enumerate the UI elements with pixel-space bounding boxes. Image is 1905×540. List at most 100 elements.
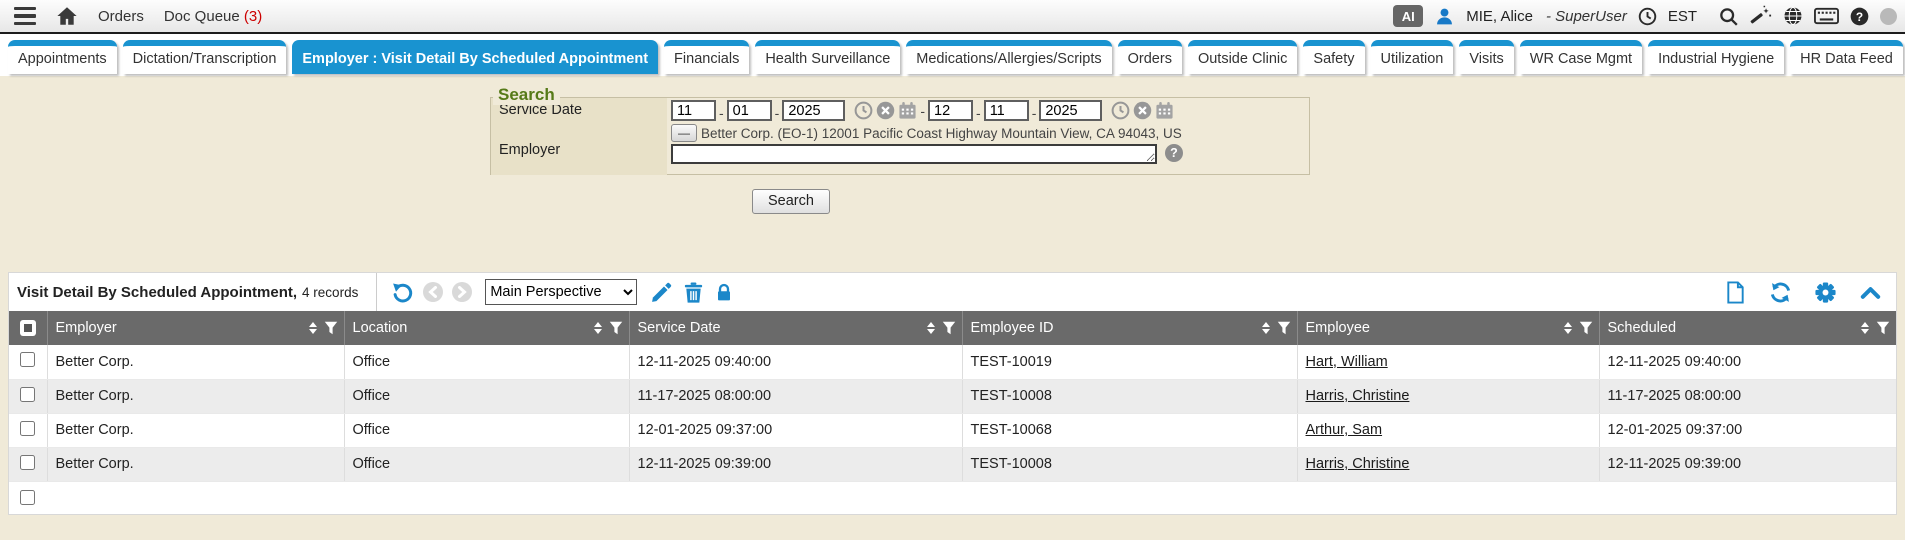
perspective-select[interactable]: Main Perspective xyxy=(485,279,637,305)
doc-queue-count-badge: (3) xyxy=(244,8,262,25)
employee-link[interactable]: Harris, Christine xyxy=(1306,456,1410,472)
column-header-employee: Employee xyxy=(1297,311,1599,345)
reset-icon[interactable] xyxy=(391,281,414,304)
employer-label: Employer xyxy=(491,123,667,175)
column-header-location: Location xyxy=(344,311,629,345)
date-from-time-icon[interactable] xyxy=(854,101,873,120)
hamburger-menu-icon[interactable] xyxy=(14,7,36,26)
collapse-panel-icon[interactable] xyxy=(1859,281,1882,304)
column-header-employee-id: Employee ID xyxy=(962,311,1297,345)
employer-selected-value: Better Corp. (EO-1) 12001 Pacific Coast … xyxy=(701,126,1182,141)
column-header-employer: Employer xyxy=(47,311,344,345)
date-to-year-input[interactable] xyxy=(1039,100,1102,121)
refresh-icon[interactable] xyxy=(1769,281,1792,304)
module-tab-bar: Appointments Dictation/Transcription Emp… xyxy=(0,34,1905,76)
date-from-year-input[interactable] xyxy=(782,100,845,121)
date-from-clear-icon[interactable] xyxy=(876,101,895,120)
timezone-label: EST xyxy=(1668,8,1697,25)
sort-icon[interactable] xyxy=(927,322,935,334)
sort-icon[interactable] xyxy=(309,322,317,334)
globe-icon[interactable] xyxy=(1783,6,1803,26)
search-legend: Search xyxy=(493,85,560,105)
user-name: MIE, Alice xyxy=(1466,8,1533,25)
status-dot-icon xyxy=(1880,8,1897,25)
settings-gear-icon[interactable] xyxy=(1814,281,1837,304)
date-to-day-input[interactable] xyxy=(984,100,1029,121)
user-icon[interactable] xyxy=(1434,6,1455,27)
employee-link[interactable]: Arthur, Sam xyxy=(1306,422,1383,438)
table-row: Better Corp. Office 12-01-2025 09:37:00 … xyxy=(9,413,1896,447)
sort-icon[interactable] xyxy=(1262,322,1270,334)
ai-badge[interactable]: AI xyxy=(1393,5,1423,27)
select-all-checkbox[interactable] xyxy=(20,320,36,336)
topbar-orders-link[interactable]: Orders xyxy=(98,8,144,25)
tab-hr-data-feed[interactable]: HR Data Feed xyxy=(1790,40,1903,74)
row-checkbox[interactable] xyxy=(20,455,35,470)
date-from-day-input[interactable] xyxy=(727,100,772,121)
table-row: Better Corp. Office 12-11-2025 09:40:00 … xyxy=(9,345,1896,379)
tab-health-surveillance[interactable]: Health Surveillance xyxy=(755,40,900,74)
topbar-doc-queue-link[interactable]: Doc Queue (3) xyxy=(164,8,262,25)
tab-safety[interactable]: Safety xyxy=(1303,40,1364,74)
edit-perspective-icon[interactable] xyxy=(650,281,673,304)
filter-icon[interactable] xyxy=(1876,321,1890,335)
filter-icon[interactable] xyxy=(609,321,623,335)
tab-financials[interactable]: Financials xyxy=(664,40,749,74)
date-from-calendar-icon[interactable] xyxy=(898,101,917,120)
row-checkbox[interactable] xyxy=(20,387,35,402)
home-icon[interactable] xyxy=(56,5,78,27)
employer-help-icon[interactable]: ? xyxy=(1165,144,1183,162)
tab-wr-case-mgmt[interactable]: WR Case Mgmt xyxy=(1520,40,1642,74)
employer-search-input[interactable] xyxy=(671,144,1157,164)
row-checkbox[interactable] xyxy=(20,421,35,436)
grid-title: Visit Detail By Scheduled Appointment, xyxy=(17,284,297,301)
prev-page-icon[interactable] xyxy=(423,282,443,302)
tab-dictation-transcription[interactable]: Dictation/Transcription xyxy=(123,40,287,74)
grid-toolbar: Visit Detail By Scheduled Appointment, 4… xyxy=(9,273,1896,311)
table-row: Better Corp. Office 12-11-2025 09:39:00 … xyxy=(9,447,1896,481)
new-document-icon[interactable] xyxy=(1724,281,1747,304)
footer-select-checkbox[interactable] xyxy=(20,490,35,505)
table-row: Better Corp. Office 11-17-2025 08:00:00 … xyxy=(9,379,1896,413)
sort-icon[interactable] xyxy=(1861,322,1869,334)
tab-employer-visit-detail[interactable]: Employer : Visit Detail By Scheduled App… xyxy=(292,40,658,74)
search-button[interactable]: Search xyxy=(752,189,830,214)
svg-text:?: ? xyxy=(1856,9,1863,23)
top-chrome-bar: Orders Doc Queue (3) AI MIE, Alice - Sup… xyxy=(0,0,1905,34)
grid-record-count: 4 records xyxy=(302,285,358,300)
keyboard-icon[interactable] xyxy=(1814,7,1839,25)
sort-icon[interactable] xyxy=(1564,322,1572,334)
help-icon[interactable]: ? xyxy=(1850,7,1869,26)
delete-perspective-icon[interactable] xyxy=(682,281,705,304)
visit-detail-table: Employer Location Service Date Employee … xyxy=(9,311,1896,482)
date-to-calendar-icon[interactable] xyxy=(1155,101,1174,120)
tab-utilization[interactable]: Utilization xyxy=(1371,40,1454,74)
filter-icon[interactable] xyxy=(1277,321,1291,335)
next-page-icon[interactable] xyxy=(452,282,472,302)
lock-perspective-icon[interactable] xyxy=(714,281,734,304)
filter-icon[interactable] xyxy=(942,321,956,335)
date-from-month-input[interactable] xyxy=(671,100,716,121)
date-to-time-icon[interactable] xyxy=(1111,101,1130,120)
employee-link[interactable]: Hart, William xyxy=(1306,354,1388,370)
wand-icon[interactable] xyxy=(1750,5,1772,27)
tab-industrial-hygiene[interactable]: Industrial Hygiene xyxy=(1648,40,1784,74)
date-to-month-input[interactable] xyxy=(928,100,973,121)
clock-icon[interactable] xyxy=(1638,7,1657,26)
filter-icon[interactable] xyxy=(1579,321,1593,335)
tab-outside-clinic[interactable]: Outside Clinic xyxy=(1188,40,1297,74)
tab-orders[interactable]: Orders xyxy=(1118,40,1182,74)
filter-icon[interactable] xyxy=(324,321,338,335)
column-header-scheduled: Scheduled xyxy=(1599,311,1896,345)
tab-medications-allergies-scripts[interactable]: Medications/Allergies/Scripts xyxy=(906,40,1111,74)
column-header-service-date: Service Date xyxy=(629,311,962,345)
employee-link[interactable]: Harris, Christine xyxy=(1306,388,1410,404)
sort-icon[interactable] xyxy=(594,322,602,334)
tab-visits[interactable]: Visits xyxy=(1459,40,1513,74)
employer-collapse-button[interactable]: — xyxy=(671,124,697,142)
search-icon[interactable] xyxy=(1718,6,1739,27)
user-role: - SuperUser xyxy=(1546,8,1627,25)
row-checkbox[interactable] xyxy=(20,352,35,367)
date-to-clear-icon[interactable] xyxy=(1133,101,1152,120)
tab-appointments[interactable]: Appointments xyxy=(8,40,117,74)
